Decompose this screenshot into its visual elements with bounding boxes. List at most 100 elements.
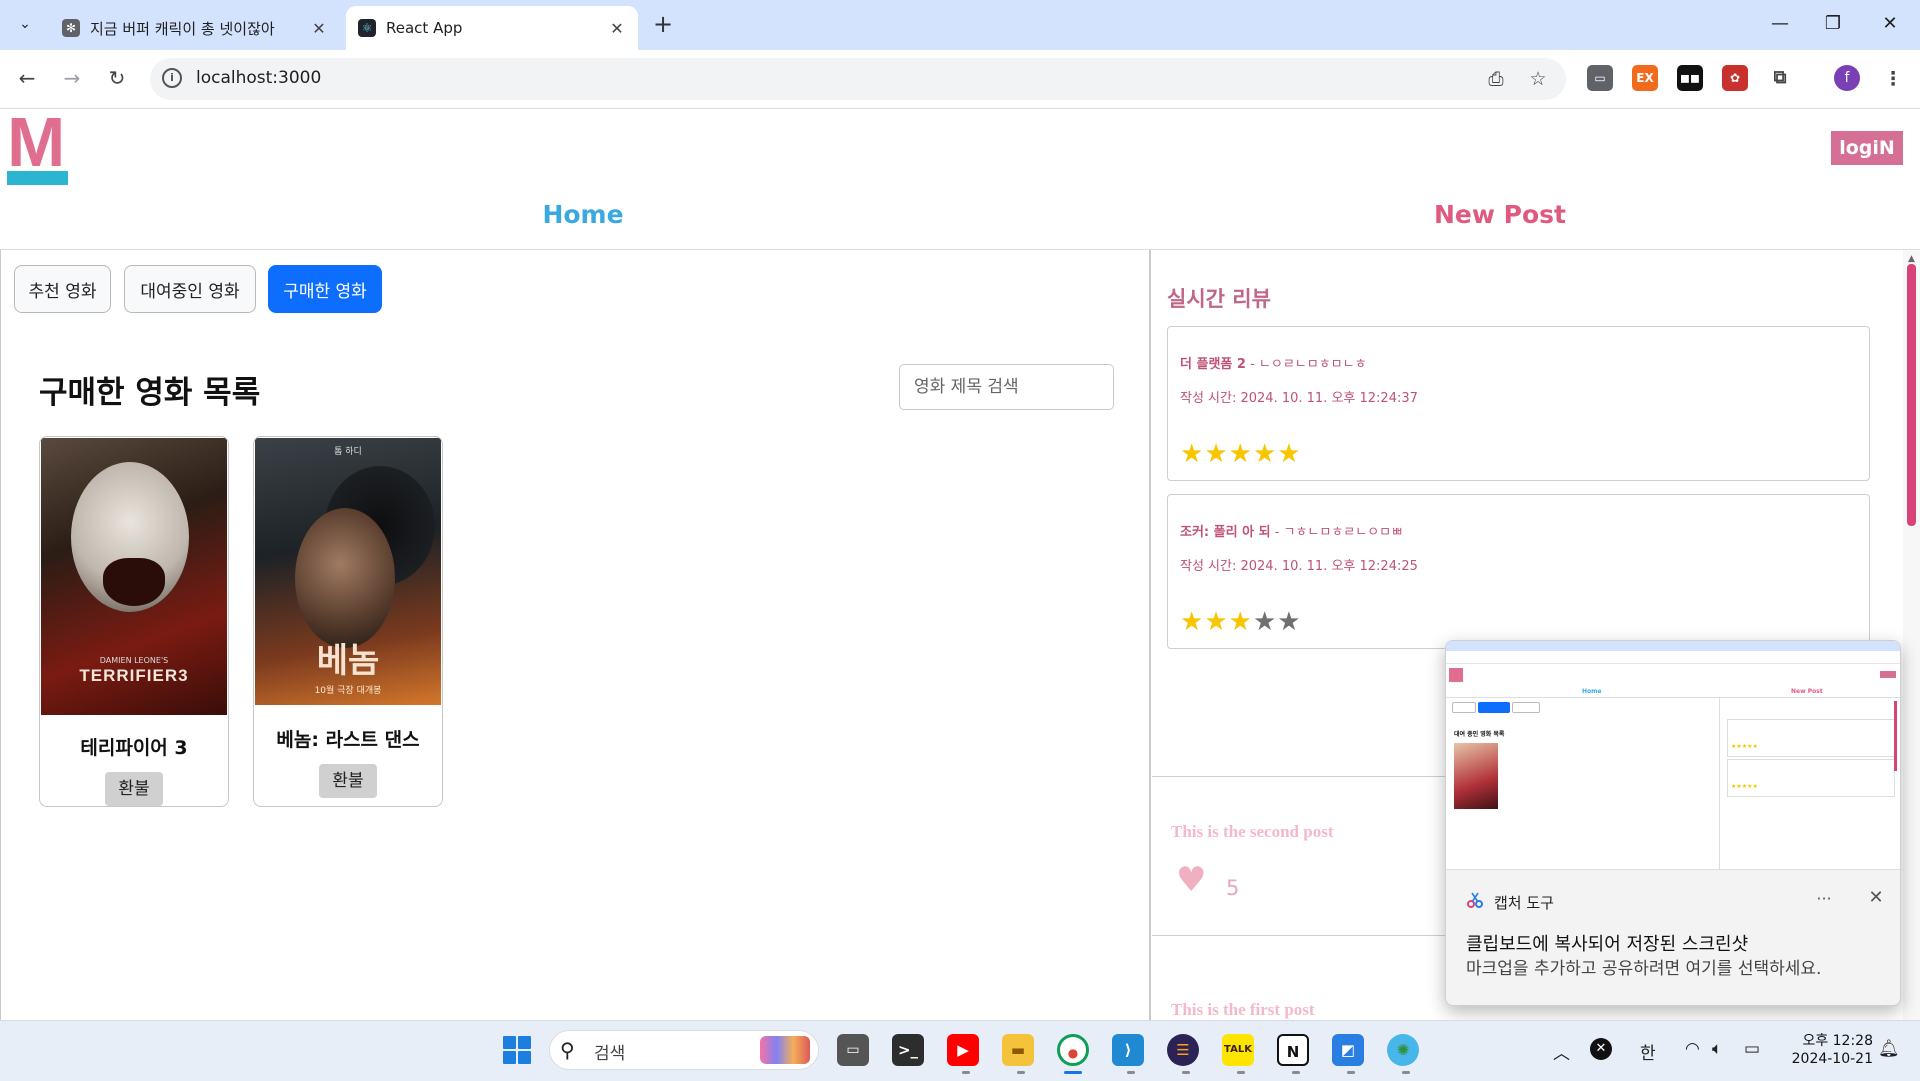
windows-start-icon[interactable] (503, 1036, 531, 1064)
install-app-icon[interactable]: ⎙ (1483, 66, 1509, 92)
eclipse-icon[interactable]: ☰ (1167, 1034, 1199, 1066)
thumbnail-heading: 대여 중인 영화 목록 (1454, 731, 1505, 738)
forward-arrow-icon[interactable]: → (57, 63, 87, 93)
movie-poster: 톰 하디 베놈 10월 극장 대개봉 (255, 438, 441, 705)
nav-link-home[interactable]: Home (500, 200, 666, 229)
back-arrow-icon[interactable]: ← (12, 63, 42, 93)
search-highlight-icon[interactable] (760, 1036, 810, 1064)
tab-title: React App (386, 19, 463, 37)
search-icon: ⚲ (560, 1038, 575, 1062)
review-timestamp: 작성 시간: 2024. 10. 11. 오후 12:24:25 (1180, 559, 1418, 574)
refund-button[interactable]: 환불 (105, 772, 163, 806)
movie-card[interactable]: DAMIEN LEONE'S TERRIFIER3 테리파이어 3 환불 (39, 436, 229, 807)
review-movie-line: 조커: 폴리 아 되 - ㄱㅎㄴㅁㅎㄹㄴㅇㅁㅃ (1180, 521, 1403, 540)
star-rating: ★★★★★ (1180, 439, 1302, 469)
terminal-icon[interactable]: >_ (892, 1034, 924, 1066)
new-tab-plus-icon[interactable]: + (650, 11, 676, 37)
page-title: 구매한 영화 목록 (39, 375, 261, 411)
movie-card[interactable]: 톰 하디 베놈 10월 극장 대개봉 베놈: 라스트 댄스 환불 (253, 436, 443, 807)
tray-overflow-chevron-icon[interactable]: ︿ (1553, 1039, 1570, 1064)
tray-app-icon[interactable]: ✕ (1590, 1038, 1612, 1060)
active-indicator (1064, 1071, 1082, 1074)
running-indicator (962, 1071, 970, 1074)
vscode-icon[interactable]: ⟩ (1112, 1034, 1144, 1066)
browser-tab-inactive[interactable]: ✻ 지금 버퍼 캐릭이 총 넷이잖아 ✕ (50, 6, 340, 50)
login-button[interactable]: logiN (1831, 131, 1903, 165)
extensions-puzzle-icon[interactable]: ⧉ (1767, 65, 1793, 91)
extension-glasses-icon[interactable]: ◼◼ (1677, 65, 1703, 91)
clock-time[interactable]: 오후 12:28 (1793, 1030, 1873, 1050)
review-text: - ㄴㅇㄹㄴㅁㅎㅁㄴㅎ (1245, 357, 1367, 372)
browser-menu-icon[interactable]: ⋮ (1880, 66, 1906, 92)
site-logo[interactable]: M (7, 107, 68, 185)
thumbnail-divider (1446, 697, 1900, 698)
review-text: - ㄱㅎㄴㅁㅎㄹㄴㅇㅁㅃ (1270, 525, 1404, 540)
post-title[interactable]: This is the first post (1171, 1000, 1315, 1020)
thumbnail-scrollbar (1894, 701, 1897, 771)
tab-recommended-movies[interactable]: 추천 영화 (14, 265, 111, 313)
address-bar[interactable] (150, 58, 1566, 100)
extension-chat-icon[interactable]: ▭ (1587, 65, 1613, 91)
running-indicator (1402, 1071, 1410, 1074)
close-icon[interactable]: ✕ (1864, 887, 1888, 908)
bookmark-star-icon[interactable]: ☆ (1525, 66, 1551, 92)
review-movie-line: 더 플랫폼 2 - ㄴㅇㄹㄴㅁㅎㅁㄴㅎ (1180, 353, 1367, 372)
ime-indicator[interactable]: 한 (1640, 1039, 1656, 1064)
thumbnail-stars: ★★★★★ (1731, 743, 1758, 750)
poster-title: TERRIFIER3 (79, 666, 189, 685)
thumbnail-login (1880, 671, 1896, 678)
site-info-icon[interactable]: i (162, 68, 182, 88)
poster-art-detail (103, 558, 165, 606)
wifi-icon[interactable]: ◠ (1685, 1039, 1700, 1059)
window-close-icon[interactable]: ✕ (1870, 9, 1910, 39)
review-timestamp: 작성 시간: 2024. 10. 11. 오후 12:24:37 (1180, 391, 1418, 406)
globe-app-icon[interactable]: ✺ (1387, 1034, 1419, 1066)
notification-bell-icon[interactable]: 🔔︎ (1878, 1039, 1900, 1059)
star-filled-icon: ★ (1180, 439, 1205, 469)
file-explorer-icon[interactable]: ▬ (1002, 1034, 1034, 1066)
thumbnail-toolbar (1446, 651, 1900, 664)
screenshot-thumbnail[interactable]: Home New Post 대여 중인 영화 목록 ★★★★★ ★★★★★ (1446, 641, 1900, 870)
thumbnail-tab-strip (1446, 641, 1900, 651)
battery-icon[interactable]: ▭ (1744, 1039, 1760, 1059)
url-text[interactable]: localhost:3000 (196, 68, 321, 88)
refund-button[interactable]: 환불 (319, 764, 377, 798)
kakaotalk-icon[interactable]: TALK (1222, 1034, 1254, 1066)
movie-search-input[interactable] (899, 364, 1114, 410)
tab-purchased-movies[interactable]: 구매한 영화 (268, 265, 382, 313)
scrollbar-thumb[interactable] (1907, 264, 1916, 526)
thumbnail-tab (1512, 702, 1540, 713)
scroll-up-arrow-icon[interactable]: ▲ (1903, 254, 1920, 264)
tab-rented-movies[interactable]: 대여중인 영화 (124, 265, 256, 313)
volume-icon[interactable]: 🔈︎ (1712, 1039, 1722, 1059)
heart-icon[interactable]: ♥ (1176, 862, 1206, 898)
nav-link-new-post[interactable]: New Post (1400, 200, 1600, 229)
review-movie-title: 조커: 폴리 아 되 (1180, 525, 1271, 540)
reload-icon[interactable]: ↻ (102, 63, 132, 93)
chrome-icon[interactable]: ● (1057, 1034, 1089, 1066)
tab-search-chevron-icon[interactable]: ⌄ (10, 9, 40, 39)
logo-underline (7, 171, 68, 185)
profile-avatar[interactable]: f (1834, 65, 1860, 91)
task-view-icon[interactable]: ▭ (837, 1034, 869, 1066)
snipping-tool-notification[interactable]: Home New Post 대여 중인 영화 목록 ★★★★★ ★★★★★ 캡처… (1445, 640, 1901, 1006)
clock-date[interactable]: 2024-10-21 (1773, 1051, 1873, 1067)
star-filled-icon: ★ (1204, 439, 1229, 469)
review-card: 더 플랫폼 2 - ㄴㅇㄹㄴㅁㅎㅁㄴㅎ 작성 시간: 2024. 10. 11.… (1167, 326, 1870, 481)
thumbnail-tab (1478, 702, 1510, 713)
notion-icon[interactable]: N (1277, 1034, 1309, 1066)
extension-paw-icon[interactable]: ✿ (1722, 65, 1748, 91)
notification-app-name: 캡처 도구 (1494, 894, 1554, 912)
photos-icon[interactable]: ◩ (1332, 1034, 1364, 1066)
extension-ex-icon[interactable]: EX (1632, 65, 1658, 91)
movie-title: 베놈: 라스트 댄스 (276, 729, 420, 751)
post-title[interactable]: This is the second post (1171, 822, 1333, 842)
more-options-icon[interactable]: ··· (1809, 889, 1839, 908)
taskbar-search-placeholder: 검색 (594, 1044, 626, 1064)
browser-tab-active[interactable]: ⚛ React App ✕ (346, 6, 638, 50)
restore-icon[interactable]: ❐ (1813, 9, 1853, 39)
close-tab-icon[interactable]: ✕ (604, 19, 630, 38)
youtube-icon[interactable]: ▶ (947, 1034, 979, 1066)
close-tab-icon[interactable]: ✕ (306, 19, 332, 38)
minimize-icon[interactable]: — (1760, 9, 1800, 39)
